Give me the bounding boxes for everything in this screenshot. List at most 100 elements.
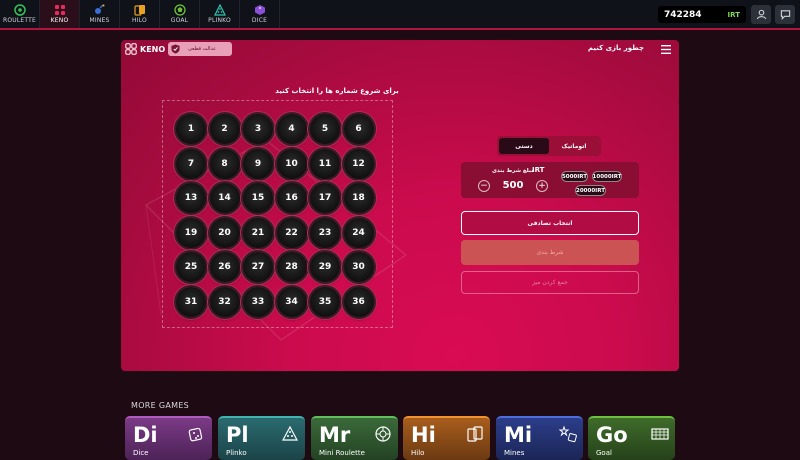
cards-icon	[467, 426, 483, 442]
number-ball-12[interactable]: 12	[343, 148, 374, 179]
nav-label: ROULETTE	[2, 17, 37, 24]
number-label: 19	[184, 227, 198, 238]
number-ball-25[interactable]: 25	[176, 252, 206, 282]
menu-icon[interactable]	[661, 45, 671, 54]
dice-icon	[254, 5, 265, 15]
tab-manual[interactable]: دستی	[499, 138, 549, 154]
number-ball-33[interactable]: 33	[243, 286, 273, 317]
balance-currency: IRT	[727, 10, 740, 19]
number-ball-2[interactable]: 2	[209, 114, 240, 144]
number-label: 32	[218, 296, 231, 307]
keno-icon	[125, 43, 137, 55]
number-label: 33	[251, 296, 265, 307]
plinko-icon	[281, 425, 299, 441]
number-label: 34	[285, 296, 298, 307]
chip-20000[interactable]: 20000IRT	[575, 185, 606, 196]
number-ball-16[interactable]: 16	[276, 183, 307, 213]
number-ball-15[interactable]: 15	[243, 183, 273, 213]
place-bet-button[interactable]: شرط بندی	[461, 240, 639, 265]
number-label: 22	[285, 227, 298, 238]
number-ball-14[interactable]: 14	[209, 183, 240, 213]
tab-auto[interactable]: اتوماتیک	[549, 138, 599, 154]
random-pick-button[interactable]: انتخاب تصادفی	[461, 211, 639, 235]
number-ball-32[interactable]: 32	[209, 286, 240, 317]
number-ball-9[interactable]: 9	[243, 148, 273, 179]
number-ball-31[interactable]: 31	[176, 286, 206, 317]
number-label: 31	[184, 296, 198, 307]
number-ball-8[interactable]: 8	[209, 148, 240, 179]
number-label: 30	[352, 262, 365, 272]
game-card-goal[interactable]: Go Goal	[588, 416, 675, 460]
number-ball-28[interactable]: 28	[276, 252, 307, 282]
number-ball-21[interactable]: 21	[243, 217, 273, 248]
game-card-hilo[interactable]: Hi Hilo	[403, 416, 490, 460]
game-card-mines[interactable]: Mi Mines	[496, 416, 583, 460]
number-label: 3	[254, 124, 262, 134]
nav-item-roulette[interactable]: ROULETTE	[0, 0, 40, 28]
number-ball-11[interactable]: 11	[310, 148, 340, 179]
bet-amount-input[interactable]: 500	[499, 180, 527, 191]
number-ball-7[interactable]: 7	[176, 148, 206, 179]
nav-item-goal[interactable]: GOAL	[160, 0, 200, 28]
number-ball-18[interactable]: 18	[343, 183, 374, 213]
how-to-play-link[interactable]: چطور بازی کنیم	[588, 44, 644, 52]
number-label: 7	[187, 158, 195, 169]
number-label: 15	[251, 193, 265, 203]
number-ball-19[interactable]: 19	[176, 217, 206, 248]
mode-switch: دستی اتوماتیک	[497, 136, 601, 156]
number-label: 28	[285, 262, 298, 272]
chip-10000[interactable]: 10000IRT	[592, 171, 622, 182]
provably-fair-button[interactable]: عدالت قطعی	[168, 42, 232, 56]
nav-label: GOAL	[170, 17, 189, 24]
game-card-plinko[interactable]: Pl Plinko	[218, 416, 305, 460]
number-ball-13[interactable]: 13	[176, 183, 206, 213]
user-icon	[756, 9, 766, 20]
number-ball-10[interactable]: 10	[276, 148, 307, 179]
number-ball-29[interactable]: 29	[310, 252, 340, 282]
number-ball-22[interactable]: 22	[276, 217, 307, 248]
chat-icon	[780, 10, 790, 20]
number-ball-1[interactable]: 1	[176, 114, 206, 144]
number-ball-27[interactable]: 27	[243, 252, 273, 282]
nav-item-dice[interactable]: DICE	[240, 0, 280, 28]
profile-button[interactable]	[751, 5, 771, 24]
number-label: 14	[218, 193, 231, 203]
chip-5000[interactable]: 5000IRT	[561, 171, 588, 182]
number-ball-20[interactable]: 20	[209, 217, 240, 248]
card-abbr: Di	[133, 423, 158, 447]
nav-item-hilo[interactable]: HILO	[120, 0, 160, 28]
nav-item-mines[interactable]: MINES	[80, 0, 120, 28]
increase-bet-button[interactable]: +	[536, 180, 548, 192]
nav-item-keno[interactable]: KENO	[40, 0, 80, 28]
number-ball-34[interactable]: 34	[276, 286, 307, 317]
nav-label: PLINKO	[208, 17, 231, 24]
number-ball-17[interactable]: 17	[310, 183, 340, 213]
number-ball-6[interactable]: 6	[343, 114, 374, 144]
number-ball-3[interactable]: 3	[243, 114, 273, 144]
number-label: 35	[318, 296, 332, 307]
number-ball-35[interactable]: 35	[310, 286, 340, 317]
game-card-dice[interactable]: Di Dice	[125, 416, 212, 460]
number-label: 12	[352, 158, 365, 169]
goal-icon	[651, 428, 669, 440]
number-ball-36[interactable]: 36	[343, 286, 374, 317]
number-ball-26[interactable]: 26	[209, 252, 240, 282]
number-ball-23[interactable]: 23	[310, 217, 340, 248]
game-card-mini-roulette[interactable]: Mr Mini Roulette	[311, 416, 398, 460]
chat-button[interactable]	[775, 5, 795, 24]
nav-item-plinko[interactable]: PLINKO	[200, 0, 240, 28]
pick-instruction: برای شروع شماره ها را انتخاب کنید	[275, 87, 399, 95]
clear-table-button[interactable]: جمع کردن میز	[461, 271, 639, 294]
more-games-title: MORE GAMES	[131, 401, 190, 410]
decrease-bet-button[interactable]: −	[478, 180, 490, 192]
number-label: 29	[318, 262, 332, 272]
number-label: 4	[288, 124, 295, 134]
number-label: 16	[285, 193, 298, 203]
card-abbr: Mr	[319, 423, 351, 447]
keno-logo: KENO	[125, 43, 165, 55]
number-ball-24[interactable]: 24	[343, 217, 374, 248]
number-ball-5[interactable]: 5	[310, 114, 340, 144]
number-ball-4[interactable]: 4	[276, 114, 307, 144]
number-label: 2	[221, 124, 228, 134]
number-ball-30[interactable]: 30	[343, 252, 374, 282]
